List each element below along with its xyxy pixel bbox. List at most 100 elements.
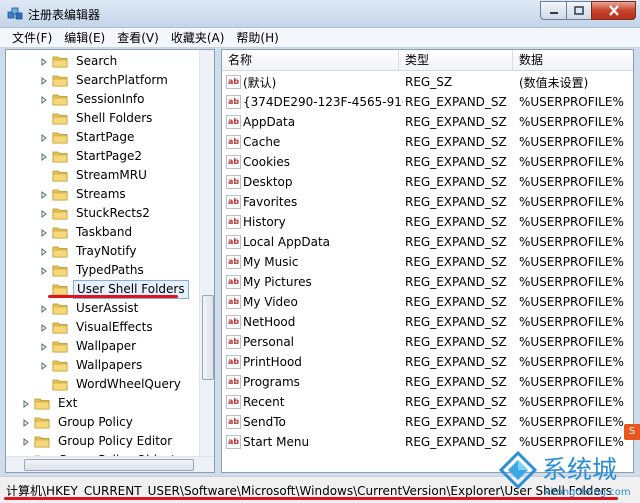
value-row[interactable]: ab Cookies REG_EXPAND_SZ %USERPROFILE% xyxy=(222,152,633,172)
tree-item-label: VisualEffects xyxy=(76,320,153,334)
value-row[interactable]: ab My Pictures REG_EXPAND_SZ %USERPROFILE% xyxy=(222,272,633,292)
expand-arrow-icon[interactable] xyxy=(40,323,48,332)
expand-arrow-icon[interactable] xyxy=(40,209,48,218)
expand-arrow-icon[interactable] xyxy=(40,133,48,142)
expand-arrow-icon[interactable] xyxy=(40,152,48,161)
value-row[interactable]: ab Local AppData REG_EXPAND_SZ %USERPROFILE… xyxy=(222,232,633,252)
value-row[interactable]: ab Recent REG_EXPAND_SZ %USERPROFILE% xyxy=(222,392,633,412)
string-value-icon: ab xyxy=(226,175,241,189)
value-type: REG_EXPAND_SZ xyxy=(405,115,507,129)
value-row[interactable]: ab (默认) REG_SZ (数值未设置) xyxy=(222,72,633,92)
value-name: PrintHood xyxy=(243,355,302,369)
tree-item-label: Shell Folders xyxy=(76,111,153,125)
values-list[interactable]: 名称 类型 数据 ab (默认) REG_SZ (数值未设置) ab {374DE290-… xyxy=(221,49,634,473)
tree-item[interactable]: UserAssist xyxy=(40,299,141,318)
menu-help[interactable]: 帮助(H) xyxy=(230,28,284,48)
column-header-data[interactable]: 数据 xyxy=(513,50,633,71)
expand-arrow-icon[interactable] xyxy=(40,57,48,66)
value-row[interactable]: ab My Music REG_EXPAND_SZ %USERPROFILE% xyxy=(222,252,633,272)
tree-item-label: SessionInfo xyxy=(76,92,145,106)
value-row[interactable]: ab History REG_EXPAND_SZ %USERPROFILE% xyxy=(222,212,633,232)
tree-item[interactable]: StartPage xyxy=(40,128,137,147)
expand-arrow-icon[interactable] xyxy=(40,190,48,199)
value-data: (数值未设置) xyxy=(519,75,589,90)
tree-item[interactable]: TypedPaths xyxy=(40,261,147,280)
expand-arrow-icon[interactable] xyxy=(40,247,48,256)
folder-icon xyxy=(52,75,68,87)
tree-item[interactable]: Search xyxy=(40,52,120,71)
menu-favorites[interactable]: 收藏夹(A) xyxy=(165,28,231,48)
maximize-button[interactable] xyxy=(566,1,592,20)
string-value-icon: ab xyxy=(226,75,241,89)
folder-icon xyxy=(52,189,68,201)
expand-arrow-icon[interactable] xyxy=(40,342,48,351)
value-row[interactable]: ab AppData REG_EXPAND_SZ %USERPROFILE% xyxy=(222,112,633,132)
tree-item[interactable]: Shell Folders xyxy=(40,109,155,128)
minimize-icon xyxy=(549,11,558,14)
tree-item-label: Ext xyxy=(58,396,78,410)
tree-item[interactable]: Taskband xyxy=(40,223,135,242)
value-name: Desktop xyxy=(243,175,293,189)
expand-arrow-icon[interactable] xyxy=(22,399,30,408)
tree-item[interactable]: Group Policy xyxy=(22,413,136,432)
column-header-type[interactable]: 类型 xyxy=(399,50,513,71)
tree-item[interactable]: StartPage2 xyxy=(40,147,145,166)
tree-item[interactable]: WordWheelQuery xyxy=(40,375,184,394)
string-value-icon: ab xyxy=(226,415,241,429)
value-row[interactable]: ab Programs REG_EXPAND_SZ %USERPROFILE% xyxy=(222,372,633,392)
tree-item[interactable]: StreamMRU xyxy=(40,166,150,185)
string-value-icon: ab xyxy=(226,335,241,349)
tree-item[interactable]: Group Policy Editor xyxy=(22,432,175,451)
value-row[interactable]: ab My Video REG_EXPAND_SZ %USERPROFILE% xyxy=(222,292,633,312)
tree-horizontal-scrollbar[interactable] xyxy=(6,456,214,472)
value-row[interactable]: ab NetHood REG_EXPAND_SZ %USERPROFILE% xyxy=(222,312,633,332)
value-row[interactable]: ab PrintHood REG_EXPAND_SZ %USERPROFILE% xyxy=(222,352,633,372)
expand-arrow-icon[interactable] xyxy=(40,304,48,313)
expand-arrow-icon[interactable] xyxy=(22,437,30,446)
tree-horizontal-scroll-thumb[interactable] xyxy=(24,459,194,471)
menu-view[interactable]: 查看(V) xyxy=(111,28,165,48)
close-button[interactable] xyxy=(591,1,636,20)
value-row[interactable]: ab Desktop REG_EXPAND_SZ %USERPROFILE% xyxy=(222,172,633,192)
expand-arrow-icon[interactable] xyxy=(40,361,48,370)
tree-vertical-scroll-thumb[interactable] xyxy=(202,295,214,380)
close-icon xyxy=(608,5,619,16)
tree-item[interactable]: TrayNotify xyxy=(40,242,139,261)
tree-item[interactable]: Ext xyxy=(22,394,80,413)
menu-file[interactable]: 文件(F) xyxy=(6,28,58,48)
value-name: My Music xyxy=(243,255,299,269)
value-row[interactable]: ab Cache REG_EXPAND_SZ %USERPROFILE% xyxy=(222,132,633,152)
tree-item[interactable]: VisualEffects xyxy=(40,318,156,337)
value-row[interactable]: ab{374DE290-123F-4565-916...REG_EXPAND_S… xyxy=(222,92,633,112)
value-data: %USERPROFILE% xyxy=(519,295,624,309)
value-type: REG_EXPAND_SZ xyxy=(405,235,507,249)
value-row[interactable]: ab Personal REG_EXPAND_SZ %USERPROFILE% xyxy=(222,332,633,352)
folder-icon xyxy=(34,417,50,429)
tree-selection-underline xyxy=(48,295,178,298)
window-title: 注册表编辑器 xyxy=(28,8,101,22)
menu-edit[interactable]: 编辑(E) xyxy=(58,28,111,48)
expand-arrow-icon[interactable] xyxy=(40,95,48,104)
value-row[interactable]: ab SendTo REG_EXPAND_SZ %USERPROFILE% xyxy=(222,412,633,432)
minimize-button[interactable] xyxy=(540,1,567,20)
registry-tree[interactable]: Group Policy ObjectsGroup Policy EditorG… xyxy=(5,49,215,473)
tree-vertical-scrollbar[interactable] xyxy=(199,50,214,456)
expand-arrow-icon[interactable] xyxy=(40,76,48,85)
folder-icon xyxy=(52,113,68,125)
value-data: %USERPROFILE% xyxy=(519,215,624,229)
expand-arrow-icon[interactable] xyxy=(40,228,48,237)
expand-arrow-icon[interactable] xyxy=(40,266,48,275)
value-row[interactable]: ab Favorites REG_EXPAND_SZ %USERPROFILE% xyxy=(222,192,633,212)
value-type: REG_EXPAND_SZ xyxy=(405,255,507,269)
tree-item[interactable]: Wallpapers xyxy=(40,356,145,375)
tree-item-label: Streams xyxy=(76,187,126,201)
tree-item[interactable]: Streams xyxy=(40,185,129,204)
tree-item[interactable]: SearchPlatform xyxy=(40,71,171,90)
column-header-name[interactable]: 名称 xyxy=(222,50,399,71)
string-value-icon: ab xyxy=(226,355,241,369)
tree-item[interactable]: StuckRects2 xyxy=(40,204,153,223)
tree-item[interactable]: Wallpaper xyxy=(40,337,139,356)
value-type: REG_EXPAND_SZ xyxy=(405,375,507,389)
tree-item[interactable]: SessionInfo xyxy=(40,90,148,109)
expand-arrow-icon[interactable] xyxy=(22,418,30,427)
